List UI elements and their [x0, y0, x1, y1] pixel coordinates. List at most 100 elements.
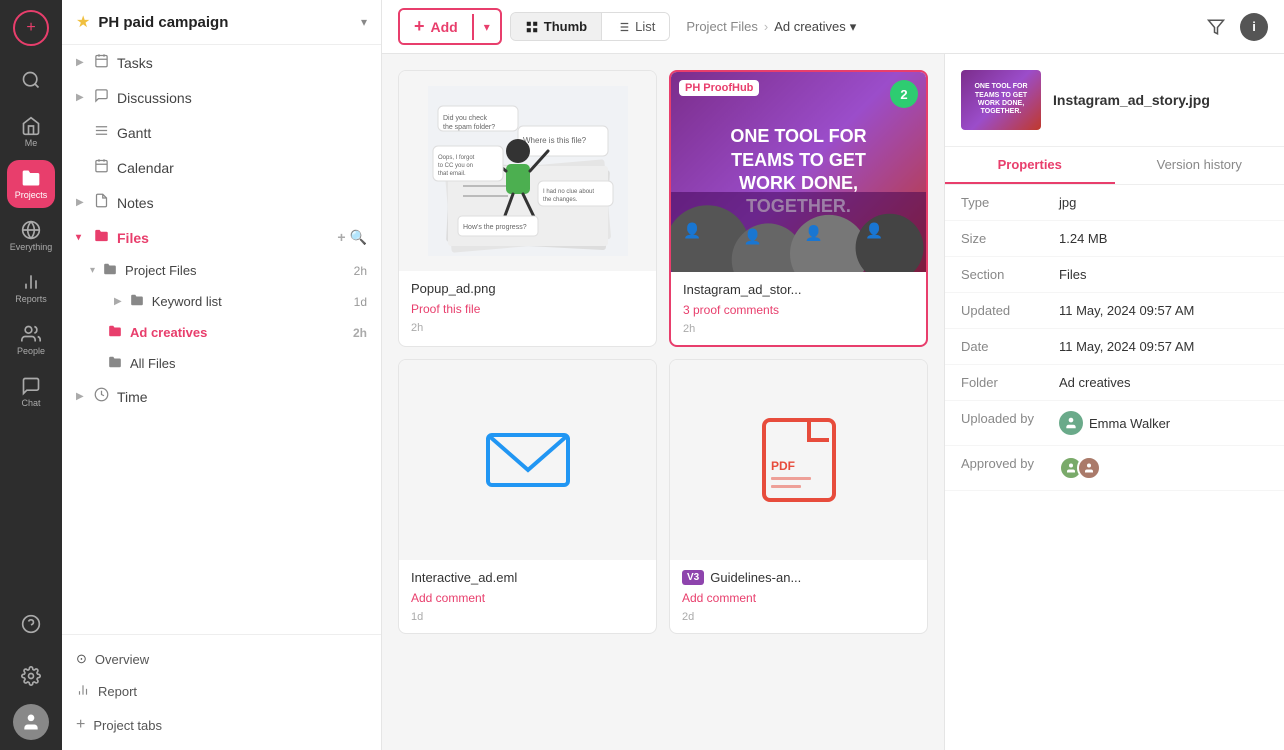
- prop-section: Section Files: [945, 257, 1284, 293]
- gantt-label: Gantt: [117, 125, 151, 141]
- sidebar-item-project-tabs[interactable]: + Project tabs: [76, 708, 367, 742]
- sidebar-item-notes[interactable]: ▶ Notes: [62, 185, 381, 220]
- view-toggle: Thumb List: [510, 12, 671, 41]
- sidebar-item-report[interactable]: Report: [76, 675, 367, 708]
- breadcrumb-current[interactable]: Ad creatives ▾: [774, 19, 856, 35]
- discussions-icon: [94, 88, 109, 107]
- sidebar-item-files[interactable]: ▾ Files + 🔍: [62, 220, 381, 255]
- avatar-icon: [21, 712, 41, 732]
- sidebar-item-me[interactable]: Me: [7, 108, 55, 156]
- file-card-popup-ad[interactable]: Where is this file? Did you check the sp…: [398, 70, 657, 347]
- add-button-group[interactable]: + Add ▾: [398, 8, 502, 45]
- plus-icon: +: [414, 16, 425, 37]
- proof-this-file-link[interactable]: Proof this file: [411, 302, 480, 316]
- project-tabs-label: Project tabs: [93, 718, 162, 733]
- files-actions: + 🔍: [337, 229, 367, 246]
- sidebar-item-help[interactable]: [7, 600, 55, 648]
- proof-comments-link[interactable]: 3 proof comments: [683, 303, 779, 317]
- approver-avatar-2: [1077, 456, 1101, 480]
- folder-active-icon: [108, 324, 122, 341]
- tab-version-history[interactable]: Version history: [1115, 147, 1284, 184]
- prop-updated: Updated 11 May, 2024 09:57 AM: [945, 293, 1284, 329]
- calendar-label: Calendar: [117, 160, 174, 176]
- user-avatar[interactable]: [13, 704, 49, 740]
- sidebar-item-all-files[interactable]: All Files: [90, 348, 381, 379]
- gantt-icon: [94, 123, 109, 142]
- prop-approved-key: Approved by: [961, 456, 1051, 471]
- sidebar-item-reports[interactable]: Reports: [7, 264, 55, 312]
- files-area: Where is this file? Did you check the sp…: [382, 54, 1284, 750]
- right-panel-preview-thumb: ONE TOOL FOR TEAMS TO GET WORK DONE, TOG…: [961, 70, 1041, 130]
- sidebar-item-people[interactable]: People: [7, 316, 55, 364]
- list-view-button[interactable]: List: [601, 13, 669, 40]
- prop-date-key: Date: [961, 339, 1051, 354]
- files-grid: Where is this file? Did you check the sp…: [398, 70, 928, 634]
- grid-icon: [525, 20, 539, 34]
- search-icon: [21, 70, 41, 90]
- file-thumb-interactive-ad: [399, 360, 656, 560]
- file-thumb-instagram-ad: PH ProofHub ONE TOOL FORTEAMS TO GETWORK…: [671, 72, 926, 272]
- sidebar-item-keyword-list[interactable]: ▶ Keyword list 1d: [114, 286, 381, 317]
- sidebar-item-search[interactable]: [7, 56, 55, 104]
- overview-label: Overview: [95, 652, 149, 667]
- chevron-right-icon: ▶: [76, 92, 86, 103]
- file-card-guidelines[interactable]: PDF V3 Guidelines-an... Add comment 2d: [669, 359, 928, 634]
- sidebar-item-discussions[interactable]: ▶ Discussions: [62, 80, 381, 115]
- breadcrumb-project-files[interactable]: Project Files: [686, 19, 758, 34]
- prop-type: Type jpg: [945, 185, 1284, 221]
- sidebar-item-chat[interactable]: Chat: [7, 368, 55, 416]
- add-main-button[interactable]: + Add: [400, 10, 472, 43]
- projects-label: Projects: [15, 190, 48, 200]
- project-header[interactable]: ★ PH paid campaign ▾: [62, 0, 381, 45]
- folder-icon: [130, 293, 144, 310]
- tab-properties[interactable]: Properties: [945, 147, 1115, 184]
- people-label: People: [17, 346, 45, 356]
- project-files-section: ▾ Project Files 2h ▶ Keyword list 1d: [62, 255, 381, 379]
- chevron-down-icon: ▾: [90, 265, 95, 276]
- sidebar-item-tasks[interactable]: ▶ Tasks: [62, 45, 381, 80]
- global-add-button[interactable]: +: [13, 10, 49, 46]
- overview-icon: ⊙: [76, 651, 87, 667]
- add-dropdown-button[interactable]: ▾: [472, 14, 500, 40]
- files-grid-area: Where is this file? Did you check the sp…: [382, 54, 944, 750]
- sidebar-item-everything[interactable]: Everything: [7, 212, 55, 260]
- add-label: Add: [431, 19, 458, 35]
- add-file-icon[interactable]: +: [337, 229, 345, 246]
- sidebar-item-time[interactable]: ▶ Time: [62, 379, 381, 414]
- search-file-icon[interactable]: 🔍: [350, 229, 367, 246]
- add-comment-link-guidelines[interactable]: Add comment: [682, 591, 756, 605]
- tasks-label: Tasks: [117, 55, 153, 71]
- prop-size-val: 1.24 MB: [1059, 231, 1268, 246]
- sidebar-item-project-files[interactable]: ▾ Project Files 2h: [90, 255, 381, 286]
- filter-button[interactable]: [1200, 11, 1232, 43]
- keyword-list-label: Keyword list: [152, 294, 222, 309]
- svg-text:How's the progress?: How's the progress?: [463, 224, 527, 231]
- sidebar-item-settings[interactable]: [7, 652, 55, 700]
- thumb-view-button[interactable]: Thumb: [511, 13, 601, 40]
- sidebar-item-ad-creatives[interactable]: Ad creatives 2h: [90, 317, 381, 348]
- right-panel-header: ONE TOOL FOR TEAMS TO GET WORK DONE, TOG…: [945, 54, 1284, 147]
- plus-icon: +: [26, 19, 35, 37]
- file-thumb-guidelines: PDF: [670, 360, 927, 560]
- right-panel-filename: Instagram_ad_story.jpg: [1053, 92, 1210, 108]
- report-icon: [76, 683, 90, 700]
- me-label: Me: [25, 138, 38, 148]
- file-card-instagram-ad[interactable]: PH ProofHub ONE TOOL FORTEAMS TO GETWORK…: [669, 70, 928, 347]
- file-card-interactive-ad[interactable]: Interactive_ad.eml Add comment 1d: [398, 359, 657, 634]
- discussions-label: Discussions: [117, 90, 192, 106]
- folder-closed-icon: [103, 262, 117, 279]
- info-button[interactable]: i: [1240, 13, 1268, 41]
- breadcrumb-chevron-icon: ▾: [850, 19, 857, 35]
- add-tab-icon: +: [76, 716, 85, 734]
- sidebar-item-projects[interactable]: Projects: [7, 160, 55, 208]
- file-info-guidelines: V3 Guidelines-an... Add comment 2d: [670, 560, 927, 633]
- sidebar-item-overview[interactable]: ⊙ Overview: [76, 643, 367, 675]
- sidebar-item-gantt[interactable]: ▶ Gantt: [62, 115, 381, 150]
- pdf-icon: PDF: [759, 415, 839, 505]
- sidebar-item-calendar[interactable]: ▶ Calendar: [62, 150, 381, 185]
- prop-section-val: Files: [1059, 267, 1268, 282]
- calendar-icon: [94, 158, 109, 177]
- add-comment-link-interactive[interactable]: Add comment: [411, 591, 485, 605]
- email-preview: [483, 360, 573, 560]
- prop-approved-by: Approved by: [945, 446, 1284, 491]
